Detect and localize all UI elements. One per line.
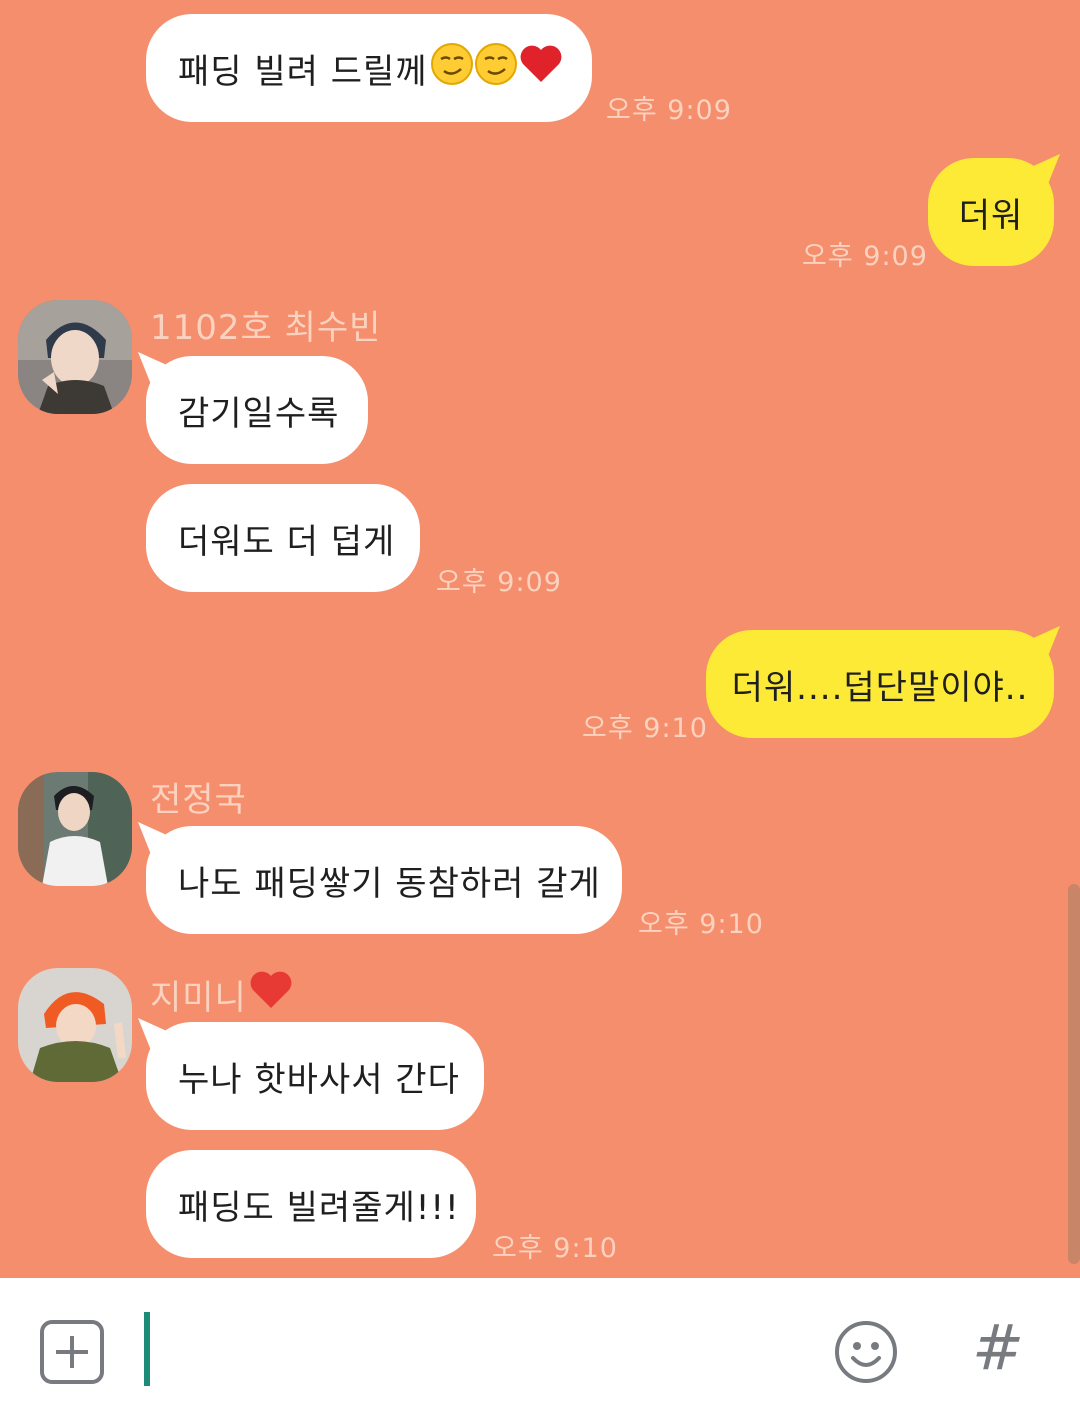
- message-bubble[interactable]: 누나 핫바사서 간다: [146, 1022, 484, 1130]
- message-bubble[interactable]: 나도 패딩쌓기 동참하러 갈게: [146, 826, 622, 934]
- avatar[interactable]: [18, 772, 132, 886]
- chat-area[interactable]: 패딩 빌려 드릴께 오후 9:09 더워 오후 9:09 1102호 최수빈 감…: [0, 0, 1080, 1278]
- avatar[interactable]: [18, 300, 132, 414]
- scrollbar[interactable]: [1068, 884, 1080, 1264]
- message-text: 누나 핫바사서 간다: [178, 1059, 460, 1100]
- sender-name: 지미니: [150, 968, 295, 1021]
- text-cursor[interactable]: [144, 1312, 150, 1386]
- smirk-emoji-icon: [474, 42, 518, 95]
- message-text: 패딩도 빌려줄게!!!: [178, 1187, 460, 1228]
- message-timestamp: 오후 9:09: [436, 567, 562, 598]
- avatar[interactable]: [18, 968, 132, 1082]
- message-timestamp: 오후 9:10: [492, 1233, 618, 1264]
- message-bubble[interactable]: 패딩 빌려 드릴께: [146, 14, 592, 122]
- smirk-emoji-icon: [430, 42, 474, 95]
- message-timestamp: 오후 9:10: [638, 909, 764, 940]
- message-text: 감기일수록: [178, 393, 340, 434]
- message-timestamp: 오후 9:09: [802, 241, 928, 272]
- message-bubble[interactable]: 패딩도 빌려줄게!!!: [146, 1150, 476, 1258]
- sender-name: 1102호 최수빈: [150, 308, 382, 348]
- smiley-icon[interactable]: [834, 1320, 898, 1384]
- sender-name: 전정국: [150, 780, 247, 820]
- message-text: 더워도 더 덥게: [178, 521, 396, 562]
- message-text: 더워: [958, 195, 1024, 236]
- message-text: 나도 패딩쌓기 동참하러 갈게: [178, 863, 601, 904]
- hashtag-icon[interactable]: #: [968, 1312, 1028, 1384]
- heart-emoji-icon: [247, 968, 295, 1021]
- message-bubble[interactable]: 더워: [928, 158, 1054, 266]
- message-timestamp: 오후 9:09: [606, 95, 732, 126]
- plus-icon[interactable]: [40, 1320, 104, 1384]
- message-input-bar: [0, 1278, 1080, 1422]
- sender-name-text: 지미니: [150, 978, 247, 1018]
- heart-emoji-icon: [518, 42, 564, 95]
- message-bubble[interactable]: 더워....덥단말이야..: [706, 630, 1054, 738]
- message-timestamp: 오후 9:10: [582, 713, 708, 744]
- message-text: 더워....덥단말이야..: [731, 667, 1029, 708]
- message-bubble[interactable]: 더워도 더 덥게: [146, 484, 420, 592]
- message-text: 패딩 빌려 드릴께: [178, 51, 428, 92]
- message-bubble[interactable]: 감기일수록: [146, 356, 368, 464]
